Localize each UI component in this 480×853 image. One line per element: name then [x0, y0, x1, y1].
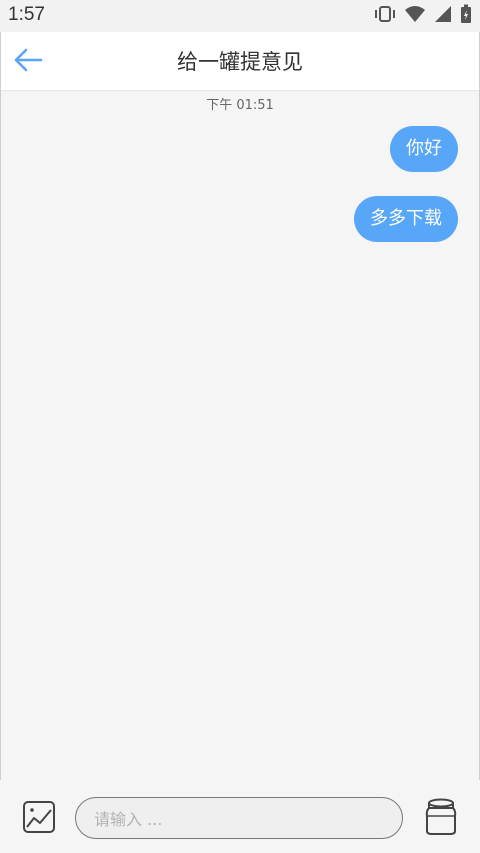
message-timestamp: 下午 01:51 [206, 98, 274, 113]
status-time: 1:57 [8, 4, 45, 25]
page-title: 给一罐提意见 [177, 50, 303, 74]
message-bubble[interactable]: 多多下载 [354, 196, 458, 242]
message-input[interactable]: 请输入 ... [75, 797, 403, 839]
vibrate-icon [374, 4, 396, 28]
wifi-icon [404, 5, 426, 27]
screen: 1:57 给一罐提意见 下午 01:51 你好 多多下载 请输入 ... [0, 0, 480, 853]
jar-button[interactable] [424, 798, 458, 836]
signal-icon [434, 5, 452, 27]
status-icons [374, 4, 472, 28]
header: 给一罐提意见 [0, 32, 480, 91]
image-button[interactable] [22, 800, 56, 834]
jar-icon [424, 798, 458, 840]
status-bar: 1:57 [0, 0, 480, 32]
message-bubble[interactable]: 你好 [390, 126, 458, 172]
message-input-placeholder: 请输入 ... [94, 810, 163, 829]
battery-icon [460, 4, 472, 28]
image-icon [22, 801, 56, 838]
chat-area[interactable]: 下午 01:51 你好 多多下载 [0, 90, 480, 780]
input-bar: 请输入 ... [0, 780, 480, 853]
